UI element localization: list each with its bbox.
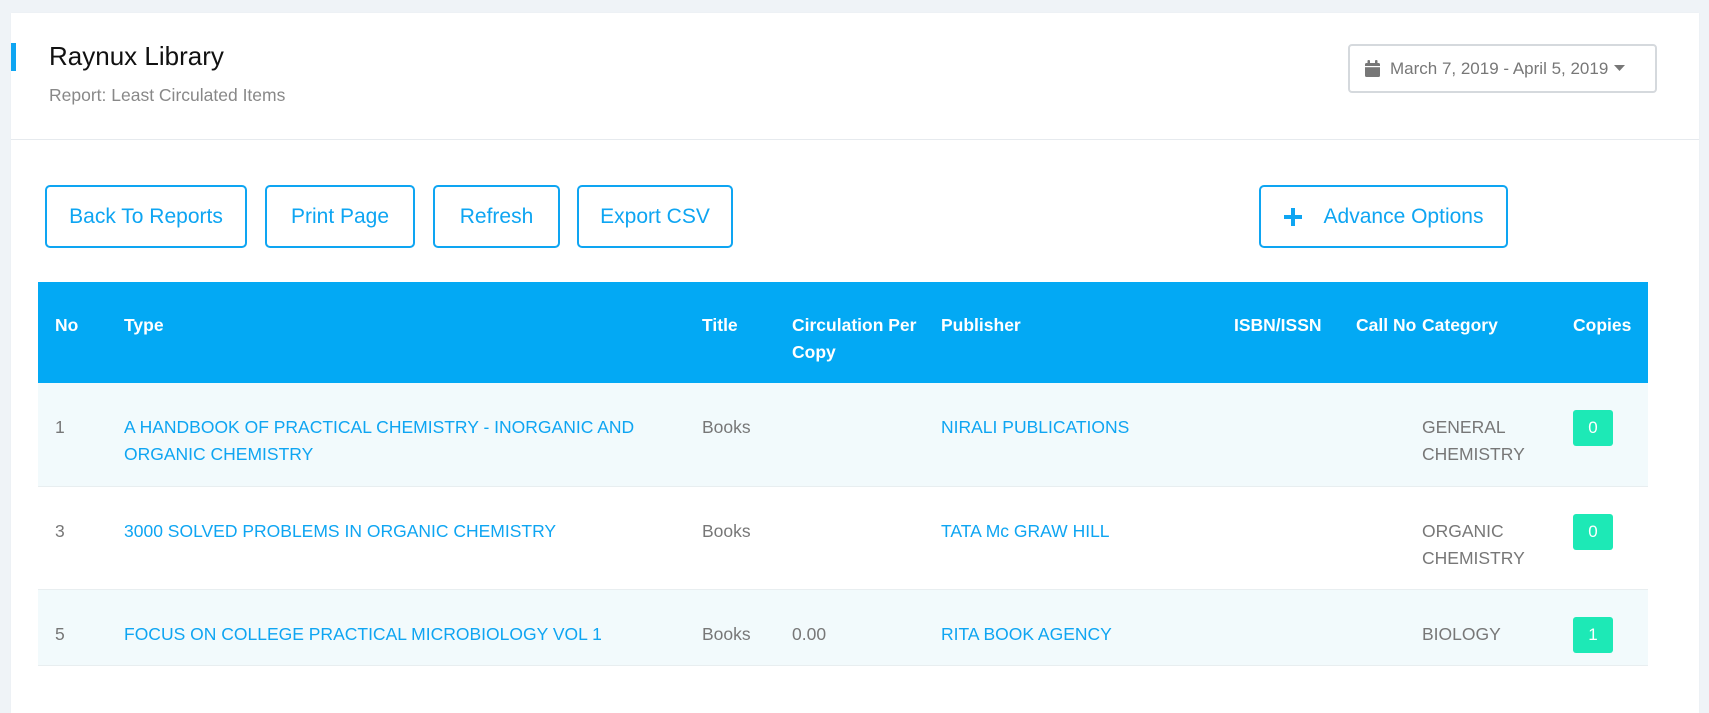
plus-icon: [1283, 207, 1302, 226]
table-row: 3 3000 SOLVED PROBLEMS IN ORGANIC CHEMIS…: [38, 486, 1648, 590]
table-row: 5 FOCUS ON COLLEGE PRACTICAL MICROBIOLOG…: [38, 589, 1648, 666]
col-header-category[interactable]: Category: [1422, 282, 1573, 383]
cell-circulation: 0.00: [792, 589, 941, 666]
cell-isbn: [1234, 486, 1356, 590]
cell-category: ORGANIC CHEMISTRY: [1422, 486, 1573, 590]
cell-title: Books: [702, 589, 792, 666]
print-page-button[interactable]: Print Page: [265, 185, 415, 248]
cell-category: BIOLOGY: [1422, 589, 1573, 666]
item-link[interactable]: A HANDBOOK OF PRACTICAL CHEMISTRY - INOR…: [124, 417, 634, 464]
table-header-row: No Type Title Circulation Per Copy Publi…: [38, 282, 1648, 383]
col-header-title[interactable]: Title: [702, 282, 792, 383]
cell-call-no: [1356, 383, 1422, 487]
report-subtitle: Report: Least Circulated Items: [49, 85, 286, 105]
advance-options-button[interactable]: Advance Options: [1259, 185, 1508, 248]
col-header-copies[interactable]: Copies: [1573, 282, 1648, 383]
date-range-picker[interactable]: March 7, 2019 - April 5, 2019: [1348, 44, 1657, 93]
col-header-type[interactable]: Type: [124, 282, 702, 383]
col-header-isbn[interactable]: ISBN/ISSN: [1234, 282, 1356, 383]
cell-title: Books: [702, 383, 792, 487]
publisher-link[interactable]: RITA BOOK AGENCY: [941, 624, 1112, 644]
cell-isbn: [1234, 383, 1356, 487]
calendar-icon: [1365, 60, 1380, 77]
publisher-link[interactable]: TATA Mc GRAW HILL: [941, 521, 1110, 541]
date-range-label: March 7, 2019 - April 5, 2019: [1390, 58, 1609, 78]
copies-badge: 0: [1573, 410, 1613, 446]
cell-call-no: [1356, 486, 1422, 590]
report-header: Raynux Library Report: Least Circulated …: [11, 13, 1699, 140]
cell-title: Books: [702, 486, 792, 590]
col-header-no[interactable]: No: [38, 282, 124, 383]
cell-circulation: [792, 486, 941, 590]
cell-no: 3: [38, 486, 124, 590]
accent-bar: [11, 43, 16, 71]
col-header-circulation[interactable]: Circulation Per Copy: [792, 282, 941, 383]
item-link[interactable]: FOCUS ON COLLEGE PRACTICAL MICROBIOLOGY …: [124, 624, 602, 644]
cell-call-no: [1356, 589, 1422, 666]
cell-no: 5: [38, 589, 124, 666]
advance-options-label: Advance Options: [1323, 204, 1484, 228]
refresh-button[interactable]: Refresh: [433, 185, 560, 248]
caret-down-icon: [1614, 65, 1626, 71]
copies-badge: 1: [1573, 616, 1613, 653]
table-row: 1 A HANDBOOK OF PRACTICAL CHEMISTRY - IN…: [38, 383, 1648, 487]
report-table: No Type Title Circulation Per Copy Publi…: [38, 282, 1648, 666]
item-link[interactable]: 3000 SOLVED PROBLEMS IN ORGANIC CHEMISTR…: [124, 521, 556, 541]
publisher-link[interactable]: NIRALI PUBLICATIONS: [941, 417, 1129, 437]
cell-no: 1: [38, 383, 124, 487]
cell-category: GENERAL CHEMISTRY: [1422, 383, 1573, 487]
cell-isbn: [1234, 589, 1356, 666]
col-header-call-no[interactable]: Call No: [1356, 282, 1422, 383]
col-header-publisher[interactable]: Publisher: [941, 282, 1234, 383]
back-to-reports-button[interactable]: Back To Reports: [45, 185, 247, 248]
copies-badge: 0: [1573, 513, 1613, 550]
page-title: Raynux Library: [49, 41, 224, 71]
cell-circulation: [792, 383, 941, 487]
export-csv-button[interactable]: Export CSV: [577, 185, 733, 248]
